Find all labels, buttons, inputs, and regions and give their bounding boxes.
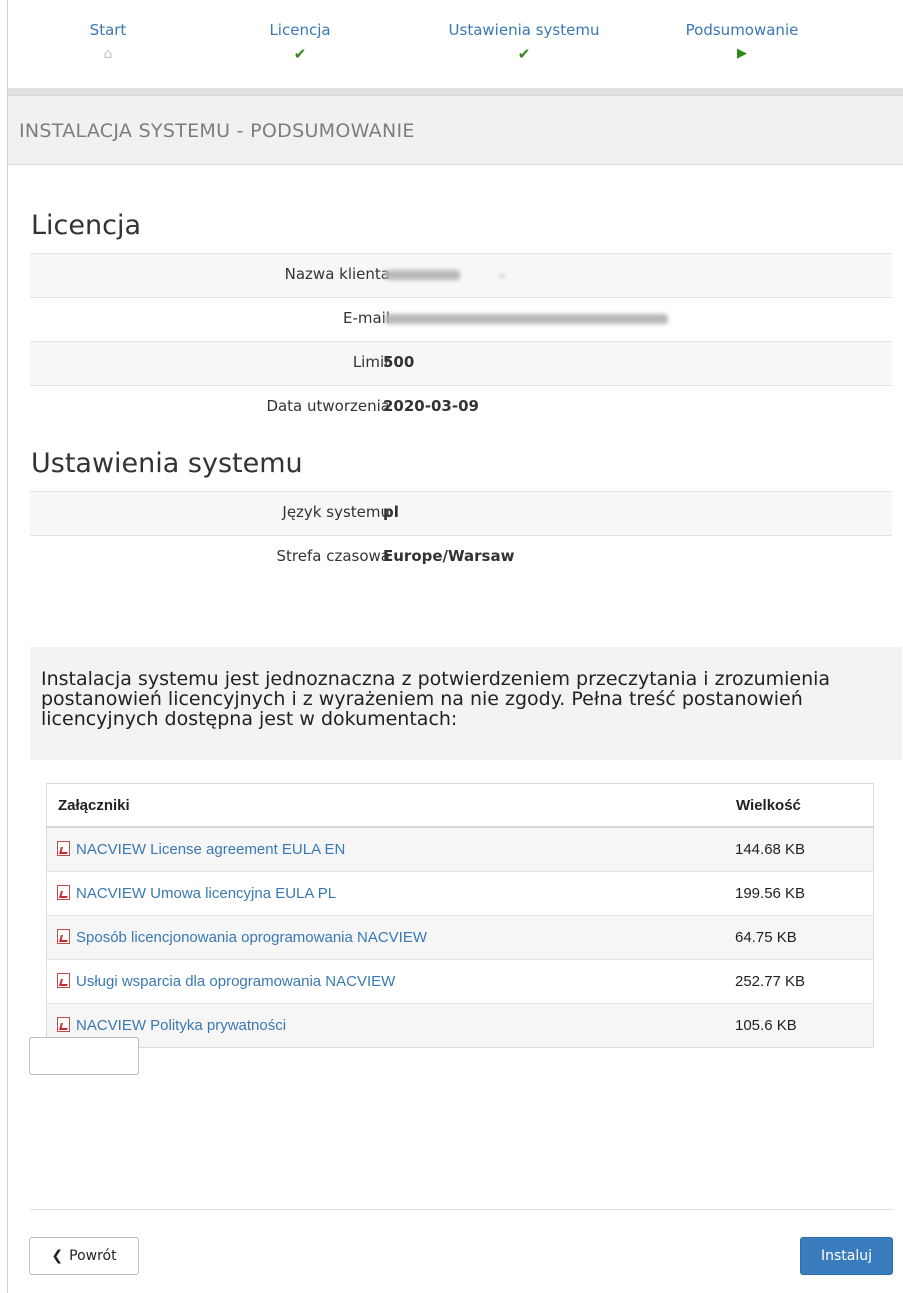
row-value: 2020-03-09 (383, 397, 479, 415)
col-size: Wielkość (725, 783, 874, 828)
wizard-steps: Start ⌂ Licencja ✔ Ustawienia systemu ✔ … (8, 0, 903, 88)
settings-title: Ustawienia systemu (31, 448, 303, 479)
file-size: 64.75 KB (725, 915, 874, 960)
table-row: Usługi wsparcia dla oprogramowania NACVI… (46, 959, 874, 1004)
play-icon: ▶ (737, 46, 747, 61)
row-label: E-mail (342, 309, 390, 327)
redacted-value (385, 270, 460, 280)
file-size: 199.56 KB (725, 871, 874, 916)
frame-border (7, 0, 8, 1293)
settings-row-timezone: Strefa czasowa Europe/Warsaw (30, 535, 892, 579)
step-label[interactable]: Podsumowanie (642, 20, 842, 40)
license-row-limit: Limit 500 (30, 341, 892, 385)
home-icon: ⌂ (103, 46, 113, 62)
table-row: Sposób licencjonowania oprogramowania NA… (46, 915, 874, 960)
check-icon: ✔ (517, 45, 531, 63)
page-header: INSTALACJA SYSTEMU - PODSUMOWANIE (8, 95, 903, 165)
attachment-link[interactable]: NACVIEW Polityka prywatności (76, 1017, 286, 1034)
attachment-link[interactable]: NACVIEW Umowa licencyjna EULA PL (76, 885, 336, 902)
license-row-date: Data utworzenia 2020-03-09 (30, 385, 892, 429)
license-row-client: Nazwa klienta (30, 253, 892, 297)
install-button[interactable]: Instaluj (800, 1237, 893, 1275)
chevron-left-icon: ❮ (51, 1248, 64, 1264)
file-size: 105.6 KB (725, 1003, 874, 1048)
divider (8, 88, 903, 95)
table-header-row: Załączniki Wielkość (46, 783, 874, 828)
attachments-table: Załączniki Wielkość NACVIEW License agre… (46, 783, 874, 1048)
page-title: INSTALACJA SYSTEMU - PODSUMOWANIE (19, 120, 415, 142)
row-label: Data utworzenia (266, 397, 390, 415)
redacted-value (500, 274, 504, 278)
footer-divider (30, 1209, 893, 1210)
step-start[interactable]: Start ⌂ (8, 20, 208, 65)
step-ustawienia[interactable]: Ustawienia systemu ✔ (424, 20, 624, 65)
attachment-link[interactable]: NACVIEW License agreement EULA EN (76, 841, 345, 858)
attachment-link[interactable]: Usługi wsparcia dla oprogramowania NACVI… (76, 973, 395, 990)
redacted-value (385, 314, 668, 324)
row-label: Język systemu (282, 503, 390, 521)
step-podsumowanie[interactable]: Podsumowanie ▶ (642, 20, 842, 65)
row-value: pl (383, 503, 399, 521)
table-row: NACVIEW Umowa licencyjna EULA PL 199.56 … (46, 871, 874, 916)
pdf-icon (57, 841, 70, 856)
license-title: Licencja (31, 210, 142, 241)
row-value: Europe/Warsaw (383, 547, 515, 565)
table-row: NACVIEW License agreement EULA EN 144.68… (46, 826, 874, 872)
settings-row-language: Język systemu pl (30, 491, 892, 535)
table-row: NACVIEW Polityka prywatności 105.6 KB (46, 1003, 874, 1048)
pdf-icon (57, 1017, 70, 1032)
settings-table: Język systemu pl Strefa czasowa Europe/W… (30, 491, 892, 579)
step-licencja[interactable]: Licencja ✔ (200, 20, 400, 65)
check-icon: ✔ (293, 45, 307, 63)
license-notice: Instalacja systemu jest jednoznaczna z p… (30, 647, 902, 760)
back-label: Powrót (69, 1248, 117, 1264)
row-label: Strefa czasowa (276, 547, 390, 565)
back-button[interactable]: ❮ Powrót (29, 1237, 139, 1275)
pdf-icon (57, 929, 70, 944)
back-button[interactable] (29, 1037, 139, 1075)
install-label: Instaluj (820, 1248, 873, 1264)
step-label[interactable]: Ustawienia systemu (424, 20, 624, 40)
pdf-icon (57, 973, 70, 988)
step-label[interactable]: Start (8, 20, 208, 40)
license-row-email: E-mail (30, 297, 892, 341)
license-table: Nazwa klienta E-mail Limit 500 Data utwo… (30, 253, 892, 429)
col-attachments: Załączniki (46, 783, 725, 828)
step-label[interactable]: Licencja (200, 20, 400, 40)
pdf-icon (57, 885, 70, 900)
row-label: Nazwa klienta (284, 265, 390, 283)
notice-text: Instalacja systemu jest jednoznaczna z p… (41, 668, 831, 730)
row-value: 500 (383, 353, 415, 371)
file-size: 144.68 KB (725, 826, 874, 872)
attachment-link[interactable]: Sposób licencjonowania oprogramowania NA… (76, 929, 427, 946)
file-size: 252.77 KB (725, 959, 874, 1004)
